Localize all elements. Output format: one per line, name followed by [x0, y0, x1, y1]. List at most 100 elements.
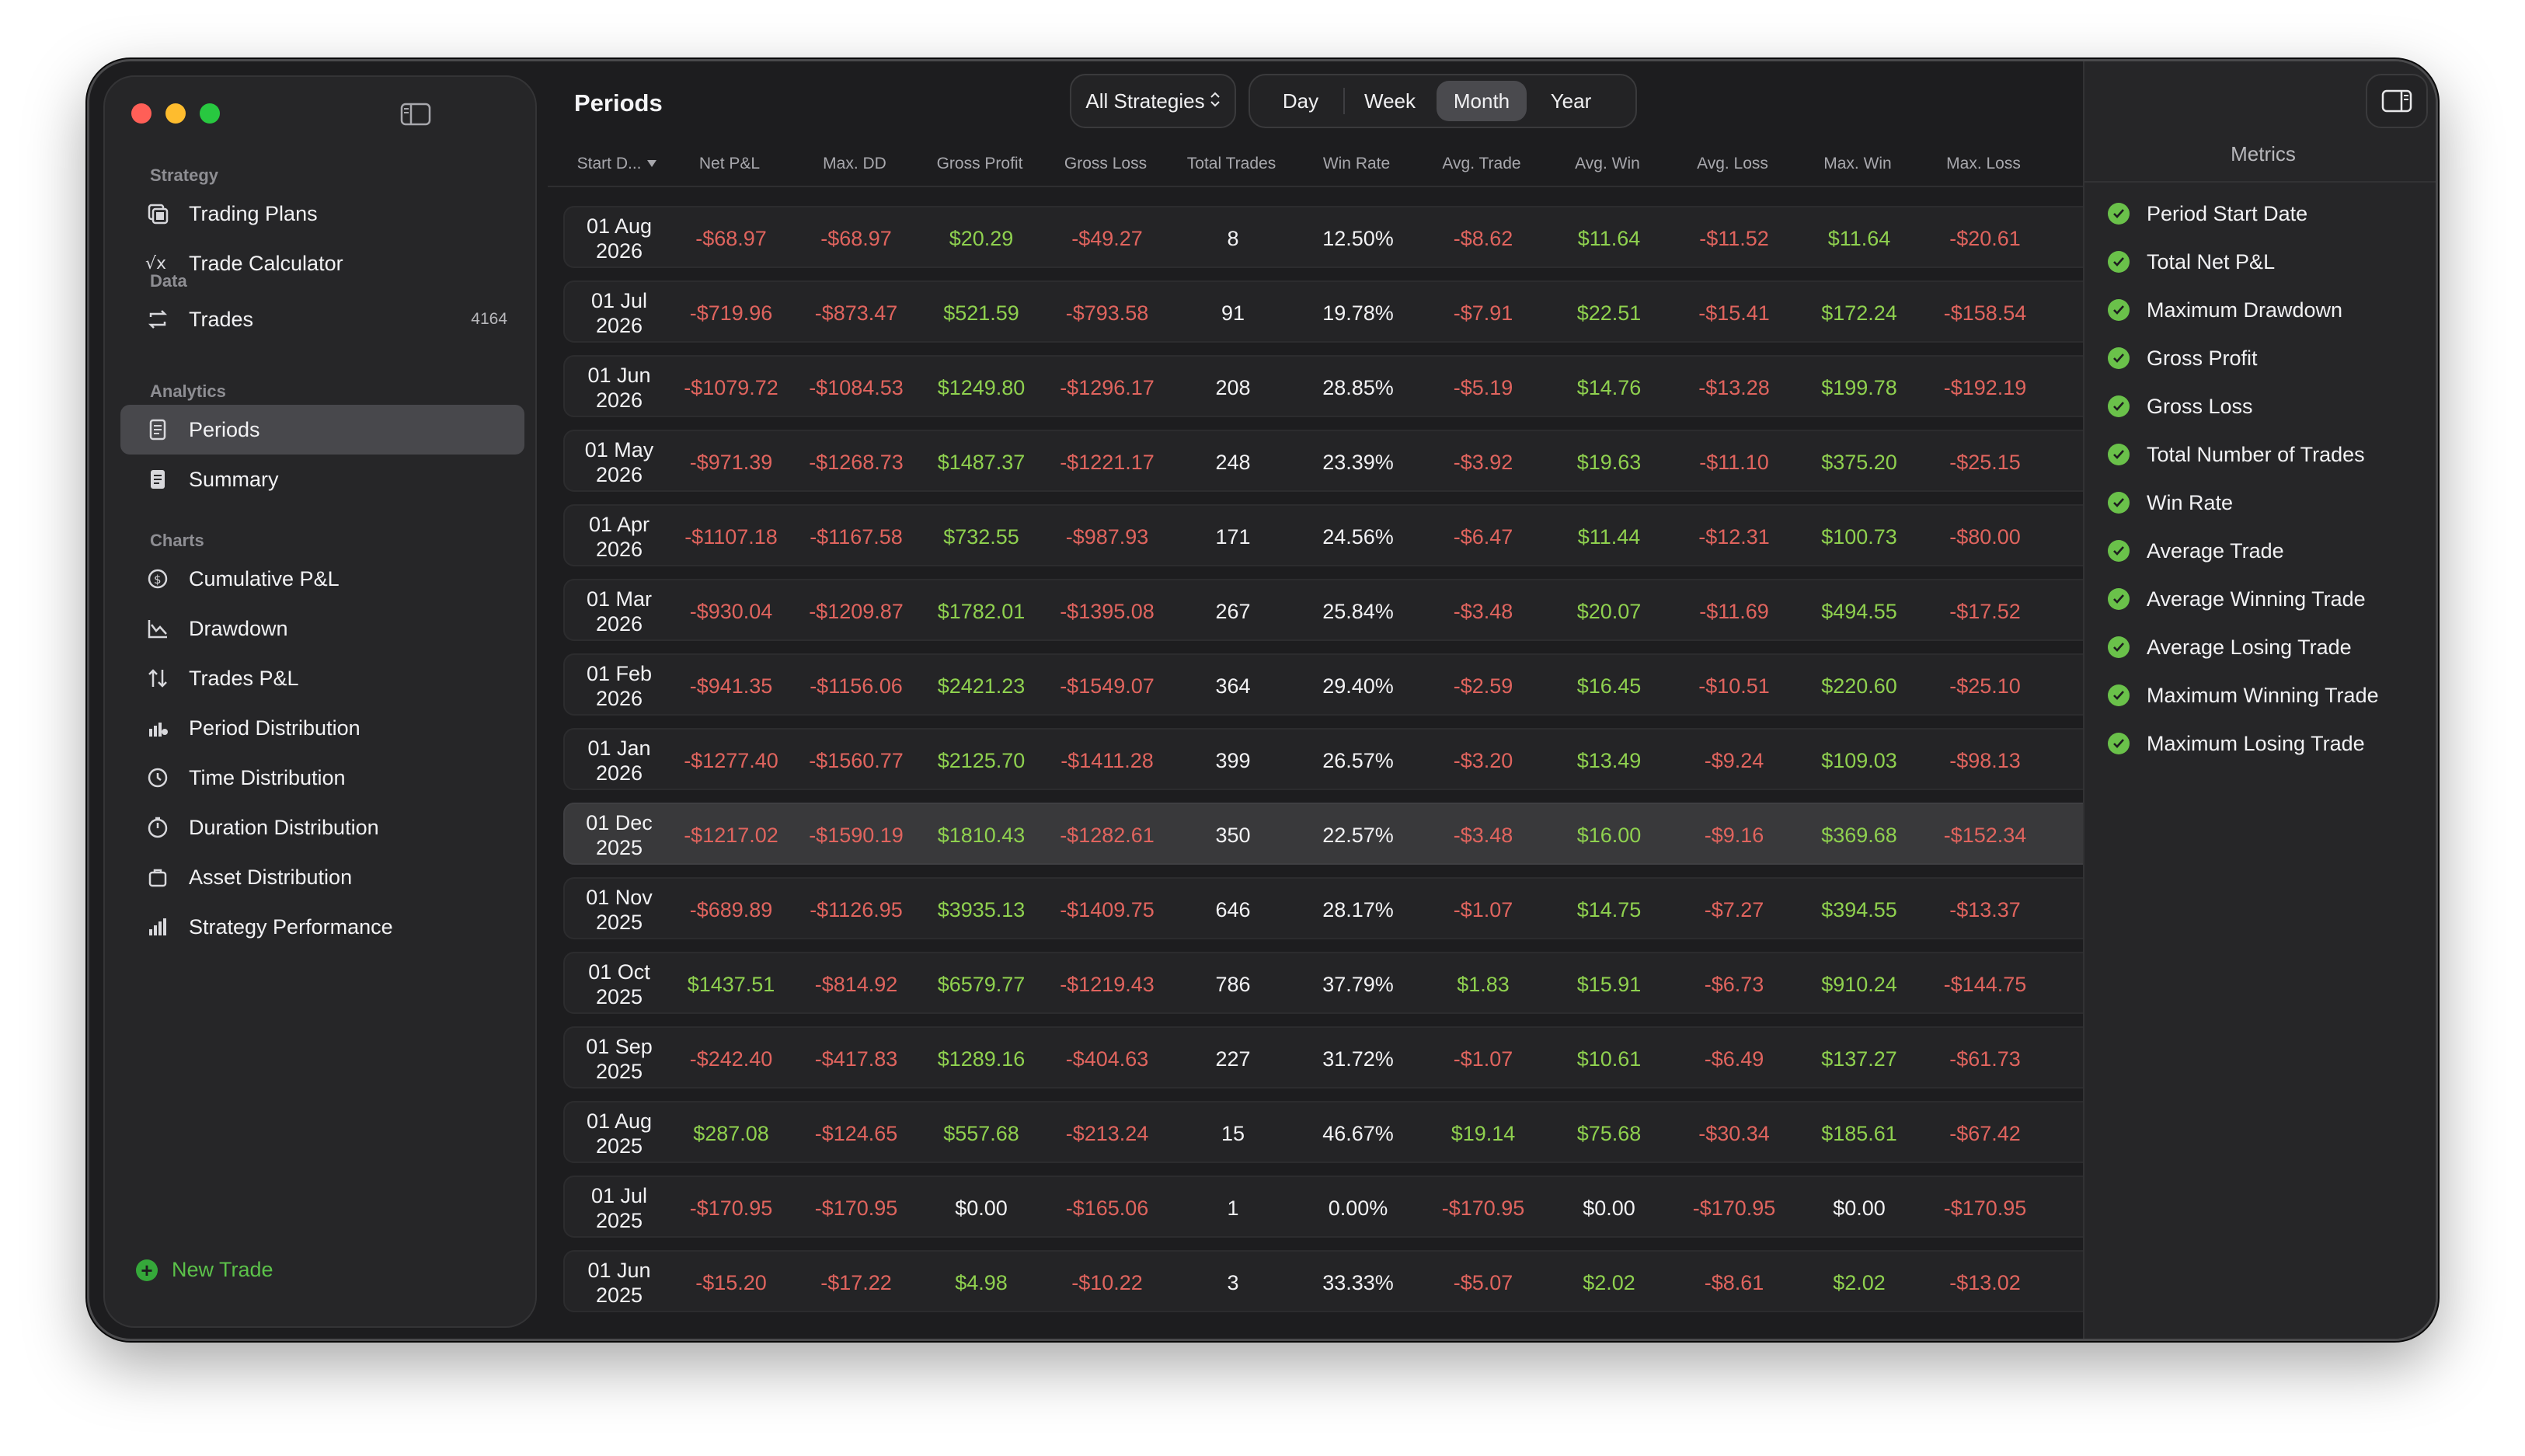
- cell-avg-trade: -$2.59: [1453, 674, 1513, 698]
- period-distribution-icon: [145, 716, 170, 740]
- cell-avg-loss: -$8.61: [1704, 1270, 1764, 1294]
- checkmark-circle-icon: [2108, 684, 2130, 706]
- zoom-window-button[interactable]: [200, 103, 220, 124]
- sidebar-item-label: Asset Distribution: [189, 865, 353, 889]
- table-row[interactable]: 01 Mar 2026 -$930.04 -$1209.87 $1782.01 -$139…: [563, 579, 2120, 641]
- sidebar-item-trading-plans[interactable]: Trading Plans: [120, 189, 524, 239]
- metric-toggle-total-number-of-trades[interactable]: Total Number of Trades: [2108, 439, 2365, 470]
- metric-toggle-win-rate[interactable]: Win Rate: [2108, 487, 2233, 518]
- cell-gross-loss: -$213.24: [1065, 1121, 1149, 1145]
- table-row[interactable]: 01 Nov 2025 -$689.89 -$1126.95 $3935.13 -$140…: [563, 877, 2120, 939]
- table-row[interactable]: 01 Oct 2025 $1437.51 -$814.92 $6579.77 -$1219…: [563, 952, 2120, 1014]
- cell-avg-win: $20.07: [1576, 599, 1642, 623]
- column-header-0[interactable]: Start D...: [556, 155, 680, 173]
- table-row[interactable]: 01 Dec 2025 -$1217.02 -$1590.19 $1810.43 -$12…: [563, 803, 2120, 865]
- table-row[interactable]: 01 Jun 2026 -$1079.72 -$1084.53 $1249.80 -$12…: [563, 355, 2120, 417]
- sidebar-item-drawdown[interactable]: Drawdown: [120, 604, 524, 653]
- close-window-button[interactable]: [131, 103, 152, 124]
- column-header-11[interactable]: Max. Loss: [1921, 155, 2046, 173]
- checkmark-circle-icon: [2108, 492, 2130, 514]
- inspector-toggle-icon[interactable]: [2366, 74, 2428, 128]
- table-row[interactable]: 01 May 2026 -$971.39 -$1268.73 $1487.37 -$122…: [563, 430, 2120, 492]
- sidebar-item-summary[interactable]: Summary: [120, 455, 524, 504]
- column-header-6[interactable]: Win Rate: [1294, 155, 1419, 173]
- cell-gross-profit: $1487.37: [937, 450, 1026, 474]
- column-header-1[interactable]: Net P&L: [667, 155, 792, 173]
- sidebar-item-asset-distribution[interactable]: Asset Distribution: [120, 852, 524, 902]
- column-header-label: Gross Profit: [936, 155, 1023, 172]
- cell-date-day-month: 01 Jun: [587, 1259, 651, 1282]
- table-row[interactable]: 01 Jul 2025 -$170.95 -$170.95 $0.00 -$165.06 1…: [563, 1176, 2120, 1238]
- metric-toggle-maximum-winning-trade[interactable]: Maximum Winning Trade: [2108, 680, 2379, 711]
- sidebar-toggle-icon[interactable]: [400, 102, 431, 127]
- sidebar-item-duration-distribution[interactable]: Duration Distribution: [120, 803, 524, 852]
- period-option-month[interactable]: Month: [1437, 81, 1527, 121]
- metric-toggle-gross-profit[interactable]: Gross Profit: [2108, 343, 2258, 374]
- sidebar-item-trades[interactable]: Trades 4164: [120, 294, 524, 344]
- cell-max-loss: -$13.02: [1949, 1270, 2021, 1294]
- sidebar-item-periods[interactable]: Periods: [120, 405, 524, 455]
- table-row[interactable]: 01 Feb 2026 -$941.35 -$1156.06 $2421.23 -$154…: [563, 653, 2120, 716]
- cell-total-trades: 171: [1215, 524, 1251, 549]
- metric-toggle-total-net-p-l[interactable]: Total Net P&L: [2108, 246, 2275, 277]
- metric-toggle-period-start-date[interactable]: Period Start Date: [2108, 198, 2307, 229]
- cell-avg-win: $2.02: [1583, 1270, 1635, 1294]
- cell-avg-loss: -$11.10: [1699, 450, 1769, 474]
- metric-label: Period Start Date: [2147, 201, 2308, 225]
- table-row[interactable]: 01 Jul 2026 -$719.96 -$873.47 $521.59 -$793.5…: [563, 280, 2120, 343]
- sidebar-item-period-distribution[interactable]: Period Distribution: [120, 703, 524, 753]
- cell-avg-loss: -$15.41: [1698, 301, 1770, 325]
- table-row[interactable]: 01 Aug 2026 -$68.97 -$68.97 $20.29 -$49.27 8 12…: [563, 206, 2120, 268]
- cell-max-win: $910.24: [1821, 972, 1897, 996]
- cell-total-trades: 646: [1215, 897, 1251, 921]
- cell-total-trades: 1: [1227, 1196, 1239, 1220]
- column-header-2[interactable]: Max. DD: [792, 155, 917, 173]
- metric-label: Win Rate: [2147, 490, 2234, 514]
- table-row[interactable]: 01 Jun 2025 -$15.20 -$17.22 $4.98 -$10.22 3 33.…: [563, 1250, 2120, 1312]
- table-row[interactable]: 01 Aug 2025 $287.08 -$124.65 $557.68 -$213.24…: [563, 1101, 2120, 1163]
- column-header-5[interactable]: Total Trades: [1169, 155, 1294, 173]
- column-header-label: Avg. Trade: [1442, 155, 1521, 172]
- cell-net-p-l: -$1107.18: [684, 524, 778, 549]
- cell-avg-trade: -$1.07: [1453, 897, 1513, 921]
- period-option-year[interactable]: Year: [1528, 81, 1614, 121]
- sidebar-item-label: Periods: [189, 417, 260, 441]
- cell-date-year: 2025: [595, 1284, 643, 1307]
- metric-toggle-maximum-losing-trade[interactable]: Maximum Losing Trade: [2108, 728, 2365, 759]
- cell-win-rate: 0.00%: [1328, 1196, 1388, 1220]
- table-row[interactable]: 01 Sep 2025 -$242.40 -$417.83 $1289.16 -$404.…: [563, 1026, 2120, 1089]
- strategy-select-value: All Strategies: [1085, 89, 1205, 113]
- sidebar-item-time-distribution[interactable]: Time Distribution: [120, 753, 524, 803]
- column-header-7[interactable]: Avg. Trade: [1419, 155, 1544, 173]
- strategy-select[interactable]: All Strategies: [1070, 74, 1236, 128]
- column-header-10[interactable]: Max. Win: [1795, 155, 1920, 173]
- checkmark-circle-icon: [2108, 733, 2130, 754]
- sidebar-item-strategy-performance[interactable]: Strategy Performance: [120, 902, 524, 952]
- cell-avg-win: $15.91: [1576, 972, 1642, 996]
- metric-toggle-average-losing-trade[interactable]: Average Losing Trade: [2108, 632, 2352, 663]
- cell-max-dd: -$1268.73: [809, 450, 904, 474]
- metric-toggle-average-trade[interactable]: Average Trade: [2108, 535, 2284, 566]
- metric-toggle-gross-loss[interactable]: Gross Loss: [2108, 391, 2253, 422]
- sidebar-item-cumulative-p-l[interactable]: $ Cumulative P&L: [120, 554, 524, 604]
- metric-toggle-average-winning-trade[interactable]: Average Winning Trade: [2108, 583, 2366, 615]
- table-row[interactable]: 01 Apr 2026 -$1107.18 -$1167.58 $732.55 -$987…: [563, 504, 2120, 566]
- column-header-4[interactable]: Gross Loss: [1043, 155, 1168, 173]
- new-trade-button[interactable]: + New Trade: [136, 1258, 273, 1282]
- cell-net-p-l: -$930.04: [689, 599, 773, 623]
- period-option-week[interactable]: Week: [1345, 81, 1435, 121]
- cell-date-year: 2026: [595, 239, 643, 263]
- metric-toggle-maximum-drawdown[interactable]: Maximum Drawdown: [2108, 294, 2342, 326]
- checkmark-circle-icon: [2108, 251, 2130, 273]
- period-option-day[interactable]: Day: [1258, 81, 1343, 121]
- minimize-window-button[interactable]: [165, 103, 186, 124]
- metric-label: Average Trade: [2147, 538, 2284, 563]
- column-header-9[interactable]: Avg. Loss: [1670, 155, 1795, 173]
- table-row[interactable]: 01 Jan 2026 -$1277.40 -$1560.77 $2125.70 -$14…: [563, 728, 2120, 790]
- cell-date-day-month: 01 Jul: [590, 289, 648, 312]
- cell-date-day-month: 01 May: [584, 438, 654, 462]
- sidebar-item-trades-p-l[interactable]: Trades P&L: [120, 653, 524, 703]
- column-header-8[interactable]: Avg. Win: [1545, 155, 1670, 173]
- cell-avg-win: $19.63: [1576, 450, 1642, 474]
- column-header-3[interactable]: Gross Profit: [918, 155, 1042, 173]
